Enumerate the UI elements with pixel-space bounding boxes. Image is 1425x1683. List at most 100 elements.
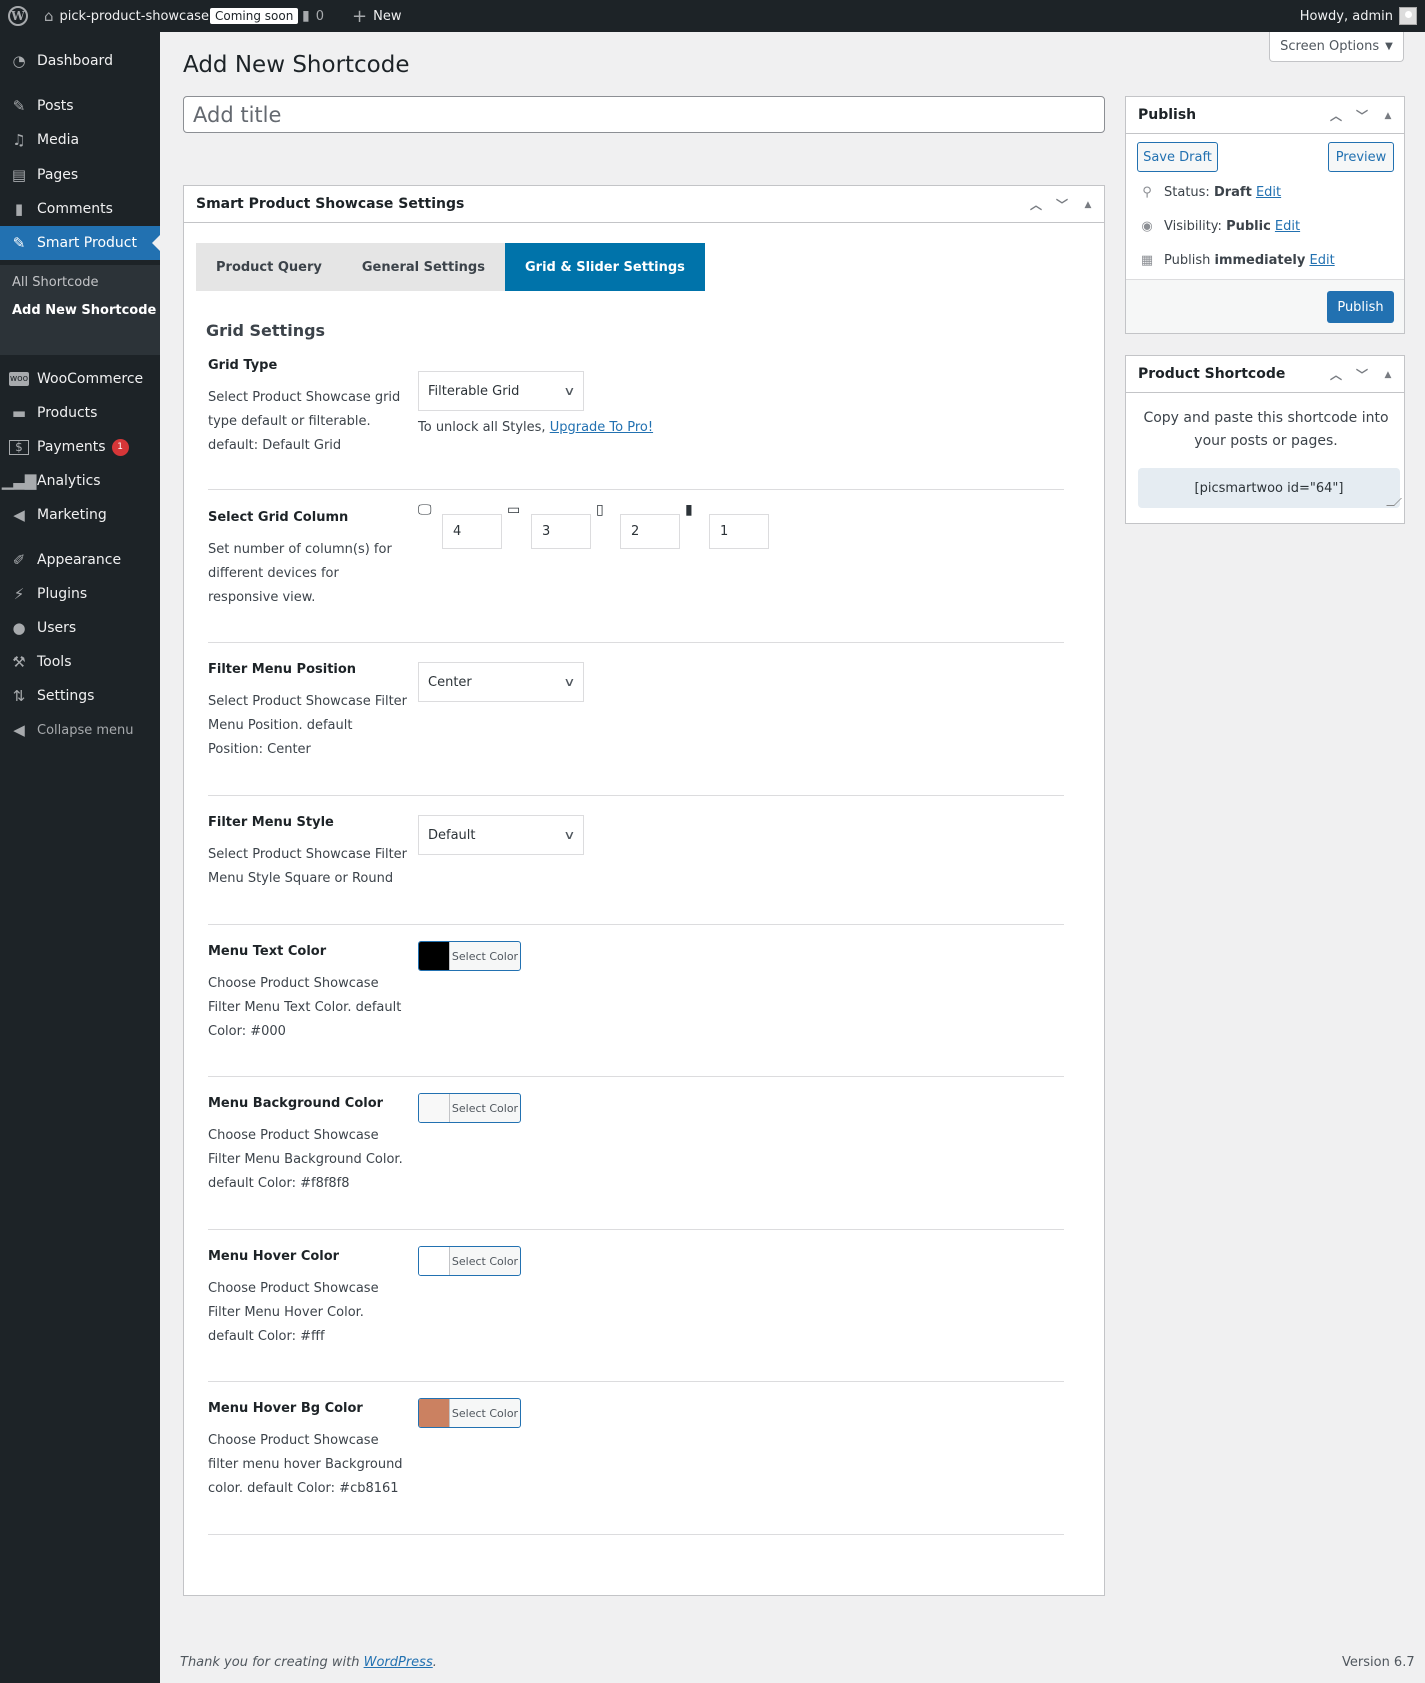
move-up-icon[interactable]: ︿ xyxy=(1328,107,1344,124)
archive-icon: ▬ xyxy=(11,404,27,422)
shortcode-metabox: Product Shortcode ︿ ﹀ ▲ Copy and paste t… xyxy=(1125,355,1405,524)
calendar-icon: ▦ xyxy=(1140,253,1154,268)
tab-grid-slider-settings[interactable]: Grid & Slider Settings xyxy=(504,243,705,291)
sidebar-item-marketing[interactable]: ◀ Marketing xyxy=(0,498,160,532)
grid-type-label: Grid Type xyxy=(208,358,278,373)
sidebar-item-users[interactable]: ● Users xyxy=(0,611,160,645)
status-value: Draft xyxy=(1213,185,1252,200)
sidebar-item-products[interactable]: ▬ Products xyxy=(0,396,160,430)
save-draft-button[interactable]: Save Draft xyxy=(1137,142,1218,172)
mobile-columns-input[interactable]: 1 xyxy=(709,514,769,549)
filter-position-desc: Select Product Showcase Filter Menu Posi… xyxy=(208,694,408,757)
pages-icon: ▤ xyxy=(11,166,27,184)
color-desc: Choose Product Showcase filter menu hove… xyxy=(208,1433,403,1496)
filter-position-select[interactable]: Center ∨ xyxy=(418,662,584,702)
sidebar-item-appearance[interactable]: ✐ Appearance xyxy=(0,543,160,577)
grid-type-select[interactable]: Filterable Grid ∨ xyxy=(418,371,584,411)
dashboard-icon: ◔ xyxy=(12,52,26,70)
move-down-icon[interactable]: ﹀ xyxy=(1054,196,1070,213)
megaphone-icon: ◀ xyxy=(13,506,25,524)
publish-button[interactable]: Publish xyxy=(1327,291,1394,323)
color-desc: Choose Product Showcase Filter Menu Text… xyxy=(208,976,402,1039)
desktop-columns-input[interactable]: 4 xyxy=(442,514,502,549)
sidebar-item-plugins[interactable]: ⚡ Plugins xyxy=(0,577,160,611)
desktop-icon: 🖵 xyxy=(418,502,432,518)
collapse-menu-button[interactable]: ◀ Collapse menu xyxy=(0,713,160,747)
grid-column-label: Select Grid Column xyxy=(208,510,349,525)
sidebar-item-payments[interactable]: $ Payments 1 xyxy=(0,430,160,464)
sidebar-item-tools[interactable]: ⚒ Tools xyxy=(0,645,160,679)
edit-visibility-link[interactable]: Edit xyxy=(1275,219,1300,234)
filter-position-label: Filter Menu Position xyxy=(208,662,357,677)
sidebar-item-analytics[interactable]: ▁▃▇ Analytics xyxy=(0,464,160,498)
menu-background-color-picker[interactable]: Select Color xyxy=(418,1093,521,1123)
tablet-columns-input[interactable]: 2 xyxy=(620,514,680,549)
color-swatch xyxy=(419,1094,450,1122)
payments-badge: 1 xyxy=(111,438,129,456)
sidebar-item-pages[interactable]: ▤ Pages xyxy=(0,158,160,192)
color-swatch xyxy=(419,1247,450,1275)
divider xyxy=(208,1381,1064,1382)
laptop-columns-input[interactable]: 3 xyxy=(531,514,591,549)
toggle-panel-icon[interactable]: ▲ xyxy=(1080,200,1096,210)
admin-sidebar: ◔ Dashboard ✎ Posts ♫ Media ▤ Pages ▮ Comment… xyxy=(0,32,160,1683)
move-up-icon[interactable]: ︿ xyxy=(1028,196,1044,213)
screen-options-button[interactable]: Screen Options ▼ xyxy=(1269,32,1404,62)
new-content-link[interactable]: + New xyxy=(352,0,401,32)
divider xyxy=(208,1076,1064,1077)
comments-link[interactable]: ▮ 0 xyxy=(302,0,324,32)
sidebar-item-settings[interactable]: ⇅ Settings xyxy=(0,679,160,713)
sidebar-item-woocommerce[interactable]: woo WooCommerce xyxy=(0,362,160,396)
tab-general-settings[interactable]: General Settings xyxy=(342,243,505,291)
pin-icon: ✎ xyxy=(12,97,26,115)
move-down-icon[interactable]: ﹀ xyxy=(1354,366,1370,383)
edit-status-link[interactable]: Edit xyxy=(1256,185,1281,200)
page-title: Add New Shortcode xyxy=(183,52,410,78)
coming-soon-badge[interactable]: Coming soon xyxy=(210,8,299,24)
move-down-icon[interactable]: ﹀ xyxy=(1354,107,1370,124)
color-label: Menu Hover Color xyxy=(208,1249,340,1264)
color-swatch xyxy=(419,1399,450,1427)
filter-style-select[interactable]: Default ∨ xyxy=(418,815,584,855)
sidebar-item-posts[interactable]: ✎ Posts xyxy=(0,89,160,123)
mobile-icon: ▮ xyxy=(685,502,693,518)
title-input[interactable] xyxy=(183,96,1105,133)
upgrade-note: To unlock all Styles, Upgrade To Pro! xyxy=(418,420,654,435)
tab-product-query[interactable]: Product Query xyxy=(196,243,342,291)
menu-hover-color-picker[interactable]: Select Color xyxy=(418,1246,521,1276)
preview-button[interactable]: Preview xyxy=(1328,142,1394,172)
filter-style-desc: Select Product Showcase Filter Menu Styl… xyxy=(208,847,408,886)
comment-icon: ▮ xyxy=(302,8,310,24)
sidebar-item-dashboard[interactable]: ◔ Dashboard xyxy=(0,44,160,78)
toggle-panel-icon[interactable]: ▲ xyxy=(1380,111,1396,121)
visibility-value: Public xyxy=(1226,219,1271,234)
site-name-link[interactable]: ⌂ pick-product-showcase xyxy=(44,0,209,32)
device-columns: 🖵 4 ▭ 3 ▯ 2 ▮ 1 xyxy=(418,502,778,552)
shortcode-textarea[interactable]: [picsmartwoo id="64"] xyxy=(1138,468,1400,508)
sidebar-item-media[interactable]: ♫ Media xyxy=(0,123,160,157)
wordpress-link[interactable]: WordPress xyxy=(364,1655,433,1670)
edit-publish-time-link[interactable]: Edit xyxy=(1310,253,1335,268)
media-icon: ♫ xyxy=(12,131,26,149)
divider xyxy=(208,642,1064,643)
my-account[interactable]: Howdy, admin xyxy=(1300,0,1417,32)
collapse-icon: ◀ xyxy=(13,721,25,739)
wp-logo-button[interactable]: W xyxy=(8,0,28,32)
upgrade-link[interactable]: Upgrade To Pro! xyxy=(550,420,653,435)
filter-style-label: Filter Menu Style xyxy=(208,815,334,830)
divider xyxy=(208,795,1064,796)
publish-actions: Publish xyxy=(1126,279,1404,333)
menu-text-color-picker[interactable]: Select Color xyxy=(418,941,521,971)
submenu-all-shortcode[interactable]: All Shortcode xyxy=(12,275,99,290)
move-up-icon[interactable]: ︿ xyxy=(1328,366,1344,383)
home-icon: ⌂ xyxy=(44,7,54,25)
visibility-row: ◉ Visibility: Public Edit xyxy=(1138,219,1300,234)
sidebar-item-smart-product[interactable]: ✎ Smart Product xyxy=(0,226,160,260)
sidebar-item-comments[interactable]: ▮ Comments xyxy=(0,192,160,226)
menu-hover-bg-color-picker[interactable]: Select Color xyxy=(418,1398,521,1428)
bar-chart-icon: ▁▃▇ xyxy=(1,472,37,490)
pin-marker-icon: ⚲ xyxy=(1142,185,1152,200)
toggle-panel-icon[interactable]: ▲ xyxy=(1380,370,1396,380)
submenu-add-new-shortcode[interactable]: Add New Shortcode xyxy=(12,303,156,318)
color-desc: Choose Product Showcase Filter Menu Hove… xyxy=(208,1281,379,1344)
